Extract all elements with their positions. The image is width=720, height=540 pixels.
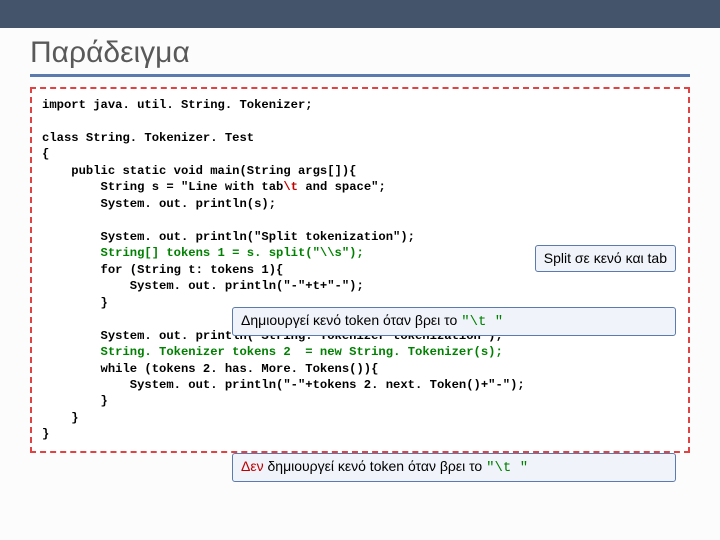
code-block: import java. util. String. Tokenizer; cl… [30, 87, 690, 453]
slide-title: Παράδειγμα [0, 28, 720, 74]
title-underline [30, 74, 690, 77]
callout-split: Split σε κενό και tab [535, 245, 676, 272]
header-bar [0, 0, 720, 28]
callout-creates-empty: Δημιουργεί κενό token όταν βρει το "\t " [232, 307, 676, 336]
callout-no-empty: Δεν δημιουργεί κενό token όταν βρει το "… [232, 453, 676, 482]
